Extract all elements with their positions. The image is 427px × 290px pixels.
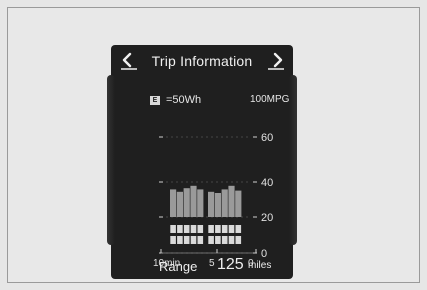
header: Trip Information xyxy=(111,45,293,75)
regen-box-label: E xyxy=(191,239,195,245)
y-tick-label: 20 xyxy=(261,212,273,224)
regen-box-label: E xyxy=(216,228,220,234)
consumption-bar xyxy=(176,191,183,217)
y-axis: 6040200 xyxy=(261,132,273,260)
regen-box-label: E xyxy=(236,228,240,234)
range-label: Range xyxy=(159,259,198,274)
regen-box-label: E xyxy=(198,228,202,234)
regen-box-label: E xyxy=(209,239,213,245)
chevron-right-icon xyxy=(268,52,284,70)
regen-box-label: E xyxy=(171,239,175,245)
regen-box-label: E xyxy=(223,239,227,245)
regen-box-label: E xyxy=(178,228,182,234)
range-value: 125 xyxy=(217,256,244,273)
consumption-bar xyxy=(170,189,177,217)
consumption-bar xyxy=(221,189,228,217)
chart-bars xyxy=(170,185,242,217)
regen-box-label: E xyxy=(236,239,240,245)
regen-box-label: E xyxy=(229,228,233,234)
next-page-button[interactable] xyxy=(266,49,288,71)
figure-frame: Trip Information E =50Wh 100MPG EEEEEEEE… xyxy=(7,7,420,283)
regen-box-label: E xyxy=(171,228,175,234)
regen-box-label: E xyxy=(178,239,182,245)
consumption-bar xyxy=(214,193,221,217)
regen-box-label: E xyxy=(223,228,227,234)
consumption-bar xyxy=(208,191,215,217)
regen-box-label: E xyxy=(209,228,213,234)
range-row: Range 125 miles xyxy=(111,250,293,276)
regen-box-label: E xyxy=(229,239,233,245)
regen-box-label: E xyxy=(191,228,195,234)
consumption-bar xyxy=(183,188,190,217)
regen-box-label: E xyxy=(198,239,202,245)
regen-boxes: EEEEEEEEEEEEEEEEEEEE xyxy=(170,225,242,245)
consumption-bar xyxy=(197,189,204,217)
range-unit: miles xyxy=(248,260,272,271)
regen-box-label: E xyxy=(185,228,189,234)
y-tick-label: 40 xyxy=(261,177,273,189)
regen-box-label: E xyxy=(216,239,220,245)
display-screen: Trip Information E =50Wh 100MPG EEEEEEEE… xyxy=(107,45,297,279)
consumption-chart: EEEEEEEEEEEEEEEEEEEE 6040200 10min 5 0 xyxy=(153,132,273,269)
consumption-bar xyxy=(228,185,235,217)
consumption-bar xyxy=(190,185,197,217)
consumption-bar xyxy=(235,190,242,217)
regen-box-label: E xyxy=(185,239,189,245)
y-tick-label: 60 xyxy=(261,132,273,144)
